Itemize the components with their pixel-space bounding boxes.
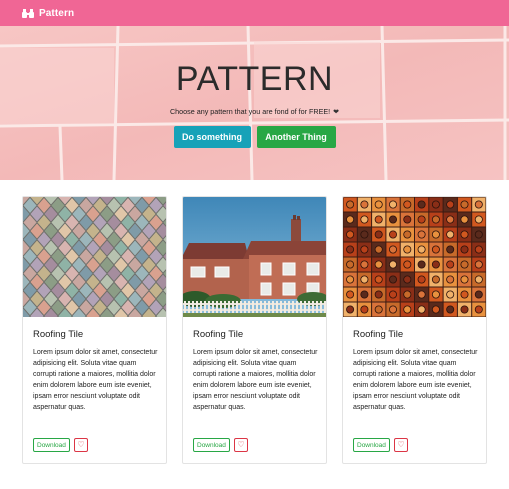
download-button[interactable]: Download [353,438,390,452]
card-roofing-tile-3: Roofing Tile Lorem ipsum dolor sit amet,… [342,196,487,464]
card-title: Roofing Tile [353,329,404,340]
card-actions: Download ♡ [193,438,248,452]
binoculars-icon[interactable] [22,7,34,19]
brand-name[interactable]: Pattern [39,8,74,19]
another-thing-button[interactable]: Another Thing [256,126,336,148]
heart-outline-icon[interactable]: ♡ [393,438,408,452]
card-roofing-tile-2: Roofing Tile Lorem ipsum dolor sit amet,… [182,196,327,464]
card-text: Lorem ipsum dolor sit amet, consectetur … [193,349,318,411]
hero-buttons: Do something Another Thing [0,126,509,148]
hero-content: PATTERN Choose any pattern that you are … [0,26,509,180]
heart-outline-icon[interactable]: ♡ [73,438,88,452]
colorful-roof-tiles-image[interactable] [23,197,166,317]
hero-section: PATTERN Choose any pattern that you are … [0,26,509,180]
card-actions: Download ♡ [33,438,88,452]
hero-subtitle-text: Choose any pattern that you are fond of … [169,107,331,116]
ornate-tiles-image[interactable] [343,197,486,317]
heart-outline-icon[interactable]: ♡ [233,438,248,452]
card-text: Lorem ipsum dolor sit amet, consectetur … [33,349,158,411]
navbar: Pattern [0,0,509,26]
card-actions: Download ♡ [353,438,408,452]
card-text: Lorem ipsum dolor sit amet, consectetur … [353,349,478,411]
heart-icon: ❤ [333,109,340,116]
brick-house-image[interactable] [183,197,326,317]
hero-subtitle: Choose any pattern that you are fond of … [0,107,509,116]
download-button[interactable]: Download [193,438,230,452]
card-title: Roofing Tile [193,329,244,340]
hero-title: PATTERN [175,60,334,98]
do-something-button[interactable]: Do something [173,126,251,148]
card-grid: Roofing Tile Lorem ipsum dolor sit amet,… [22,196,488,464]
card-roofing-tile-1: Roofing Tile Lorem ipsum dolor sit amet,… [22,196,167,464]
card-title: Roofing Tile [33,329,84,340]
download-button[interactable]: Download [33,438,70,452]
